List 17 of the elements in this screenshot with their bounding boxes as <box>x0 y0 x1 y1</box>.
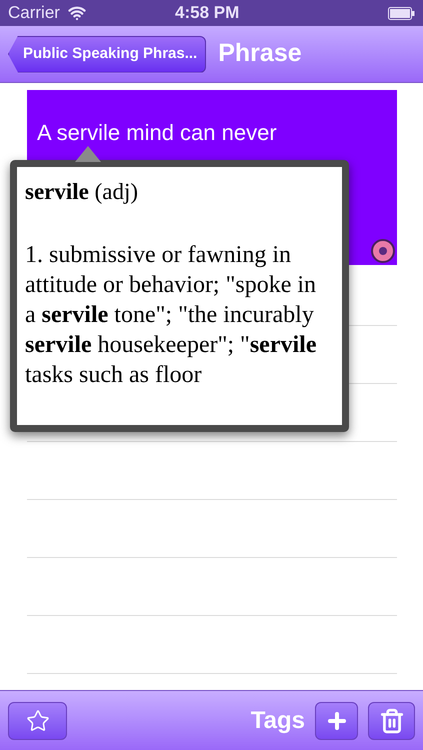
back-button[interactable]: Public Speaking Phras... <box>8 36 206 72</box>
screen-title: Phrase <box>218 38 302 70</box>
phrase-text: A servile mind can never <box>37 119 277 147</box>
wifi-icon <box>68 4 86 22</box>
tags-label: Tags <box>250 706 305 736</box>
delete-button[interactable] <box>368 702 415 740</box>
favorite-button[interactable] <box>8 702 67 740</box>
carrier-label: Carrier <box>8 2 60 24</box>
definition-heading: servile (adj) <box>25 178 140 206</box>
record-icon[interactable] <box>371 239 395 263</box>
definition-text: 1. submissive or fawning in attitude or behavior; "spoke in a servile tone"; "the incurably servile housekeeper"; "servile tasks such as floor <box>25 241 318 390</box>
clock-label: 4:58 PM <box>175 2 240 24</box>
battery-icon <box>388 6 415 20</box>
add-button[interactable] <box>315 702 358 740</box>
popover-arrow-icon <box>75 146 101 162</box>
star-icon <box>26 708 50 732</box>
trash-icon <box>378 708 404 734</box>
